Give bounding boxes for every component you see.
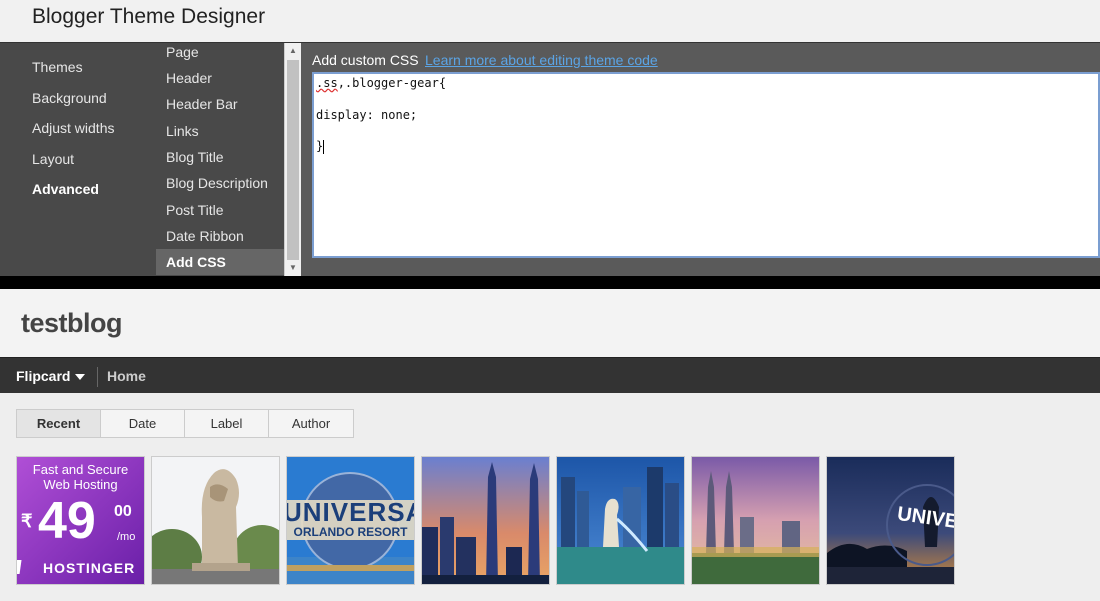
ad-per-month: /mo [117,531,136,543]
nav-divider [97,367,98,387]
sub-nav-add-css[interactable]: Add CSS [156,249,284,275]
sub-nav-header[interactable]: Header [156,65,284,91]
learn-more-link[interactable]: Learn more about editing theme code [425,52,658,68]
css-code-line-2: display: none; [316,108,418,122]
sub-nav-blog-description[interactable]: Blog Description [156,170,284,196]
blog-title[interactable]: testblog [21,308,123,339]
sub-nav-links[interactable]: Links [156,118,284,144]
scroll-thumb[interactable] [287,60,299,260]
blog-nav-bar: Flipcard Home [0,357,1100,393]
sub-nav-post-title[interactable]: Post Title [156,197,284,223]
post-thumbnail-merlion-statue[interactable] [151,456,280,585]
tab-author[interactable]: Author [269,410,353,437]
ad-line-1: Fast and Secure [32,462,129,477]
ad-brand: HOSTINGER [43,560,136,576]
theme-designer-panel: Themes Background Adjust widths Layout A… [0,42,1100,277]
nav-item-background[interactable]: Background [32,90,107,106]
post-thumbnail-singapore-skyline[interactable] [556,456,685,585]
singapore-skyline-image [557,457,684,584]
home-link[interactable]: Home [107,368,146,384]
sub-nav-date-ribbon[interactable]: Date Ribbon [156,223,284,249]
sub-nav-blog-title[interactable]: Blog Title [156,144,284,170]
post-thumbnail-universal-globe[interactable]: UNIVERSAL ORLANDO RESORT [286,456,415,585]
app-header: Blogger Theme Designer [0,0,1100,42]
css-code-line-3-text: } [316,139,324,153]
tab-recent[interactable]: Recent [17,410,101,437]
custom-css-panel: Add custom CSS Learn more about editing … [301,43,1100,277]
post-thumbnail-universal-sign[interactable]: UNIVE [826,456,955,585]
twin-towers-dusk-image [422,457,549,584]
sub-nav-page[interactable]: Page [156,39,284,65]
globe-text-top: UNIVERSAL [286,497,414,527]
ad-cents: 00 [114,503,132,520]
css-code-line-3: } [316,139,325,154]
main-nav: Themes Background Adjust widths Layout A… [0,43,156,277]
tab-date[interactable]: Date [101,410,185,437]
sub-nav-header-bar[interactable]: Header Bar [156,91,284,117]
blog-header: testblog [0,289,1100,357]
ad-line-2: Web Hosting [43,477,118,492]
nav-item-themes[interactable]: Themes [32,59,83,75]
preview-separator [0,276,1100,289]
view-select-dropdown[interactable]: Flipcard [16,368,86,384]
ad-price: 49 [38,492,96,550]
merlion-statue-image [152,457,279,584]
app-title: Blogger Theme Designer [32,5,266,28]
nav-item-advanced[interactable]: Advanced [32,181,99,197]
sub-nav-scrollbar[interactable]: ▲ ▼ [284,43,301,277]
css-code-line-1-rest: ,.blogger-gear{ [337,76,447,90]
css-code-line-1: .ss,.blogger-gear{ [316,76,446,90]
sort-tabs: Recent Date Label Author [16,409,354,438]
kl-skyline-image [692,457,819,584]
nav-item-layout[interactable]: Layout [32,151,74,167]
view-select-label: Flipcard [16,368,71,384]
misspelled-token: .ss [316,76,338,90]
advanced-sub-nav: Page Header Header Bar Links Blog Title … [156,43,284,277]
post-thumbnail-hosting-ad[interactable]: Fast and Secure Web Hosting ₹ 49 00 /mo … [16,456,145,585]
tab-label[interactable]: Label [185,410,269,437]
post-thumbnail-kl-skyline[interactable] [691,456,820,585]
text-cursor [323,139,325,154]
globe-text-bottom: ORLANDO RESORT [293,525,408,539]
post-thumbnail-twin-towers-dusk[interactable] [421,456,550,585]
blog-content: Recent Date Label Author Fast and Secure… [0,393,1100,601]
scroll-down-arrow-icon[interactable]: ▼ [285,260,301,276]
nav-item-adjust-widths[interactable]: Adjust widths [32,120,114,136]
ad-currency: ₹ [21,511,33,531]
caret-down-icon [75,374,86,381]
custom-css-label: Add custom CSS [312,52,419,68]
scroll-up-arrow-icon[interactable]: ▲ [285,43,301,59]
css-editor-textarea[interactable]: .ss,.blogger-gear{ display: none; } [312,72,1100,258]
